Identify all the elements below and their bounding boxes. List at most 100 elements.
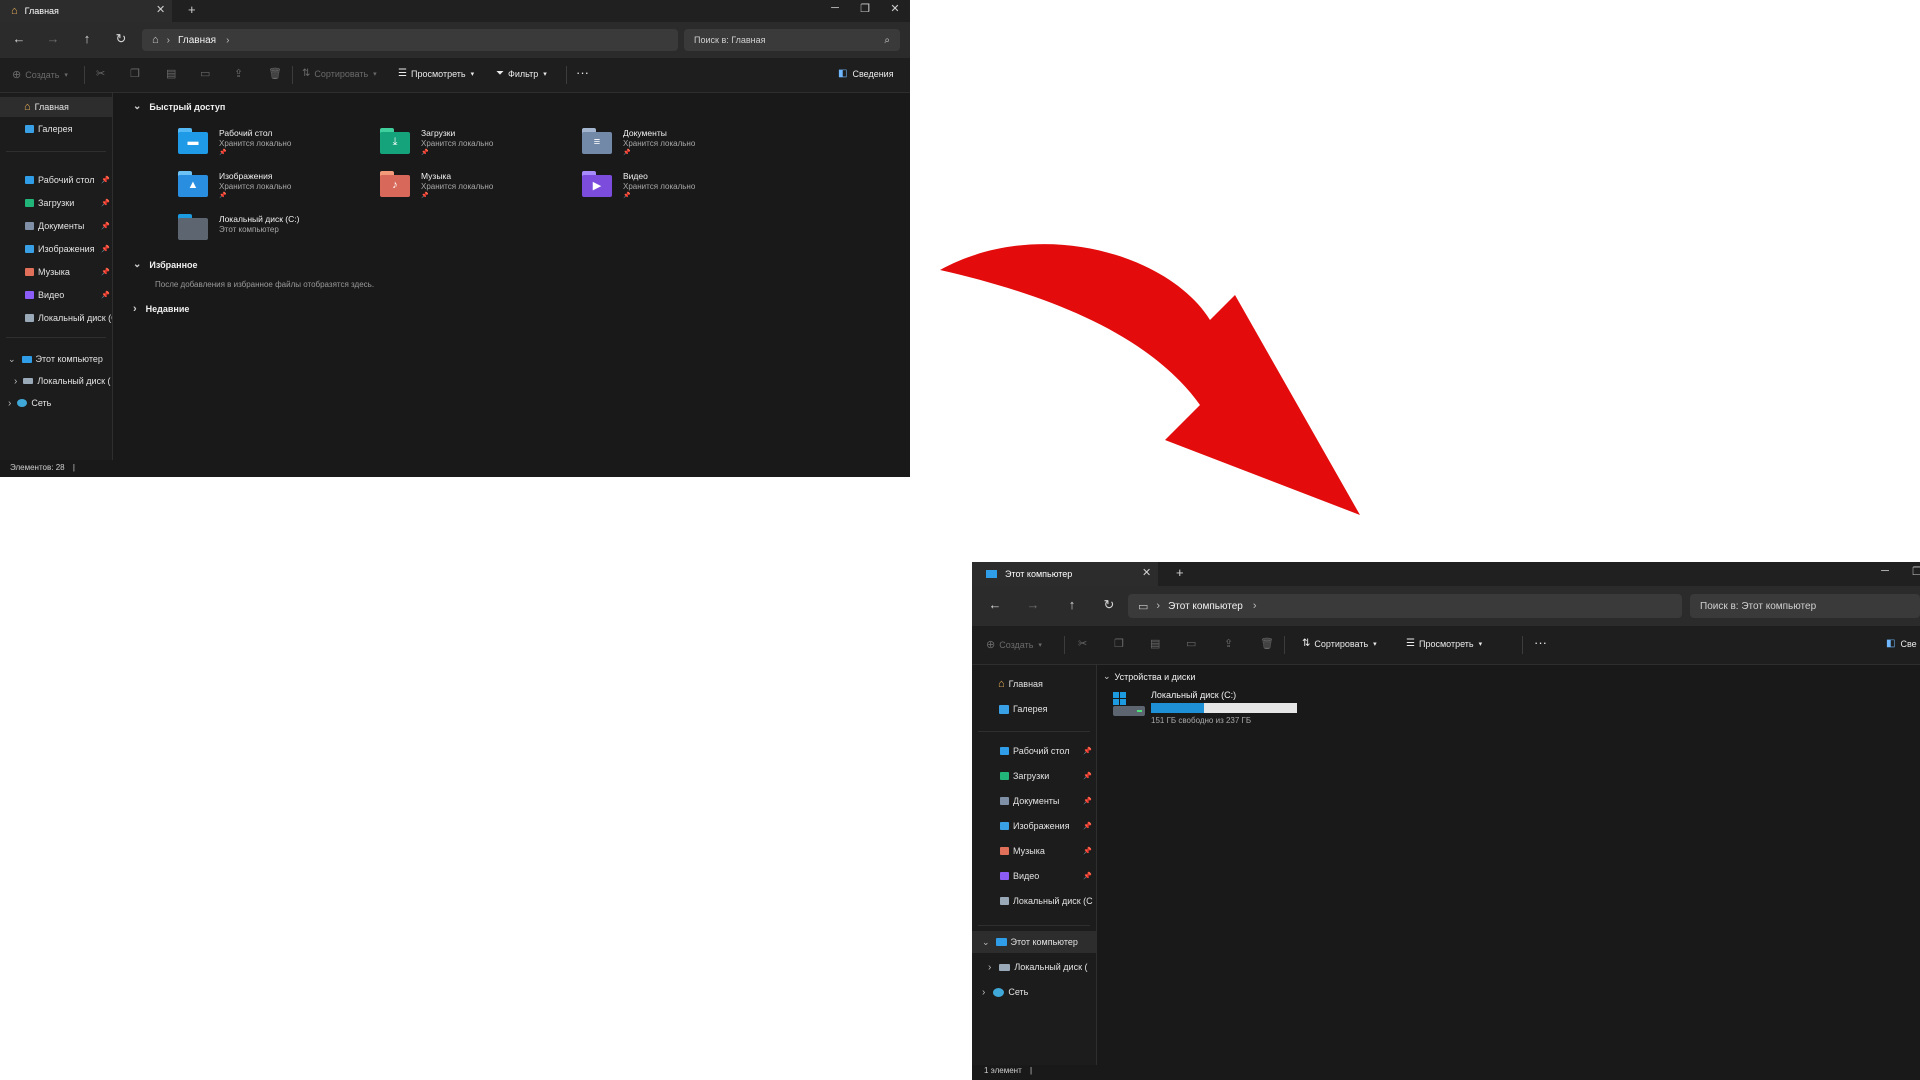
sidebar-item-pinned[interactable]: Рабочий стол 📌: [972, 739, 1096, 762]
pin-icon[interactable]: 📌: [101, 176, 110, 184]
search-box[interactable]: Поиск в: Главная ⌕: [684, 29, 900, 51]
cut-icon[interactable]: ✂: [96, 67, 105, 80]
tab-close-icon[interactable]: ✕: [156, 3, 165, 16]
sidebar-item-gallery[interactable]: Галерея: [972, 698, 1096, 720]
sidebar-item-pinned[interactable]: Локальный диск (С: [972, 889, 1096, 912]
sidebar-item-pinned[interactable]: Видео 📌: [972, 864, 1096, 887]
close-button[interactable]: ✕: [880, 2, 910, 15]
pin-icon[interactable]: 📌: [101, 222, 110, 230]
search-input[interactable]: Поиск в: Главная: [694, 35, 884, 45]
sidebar-item-this-pc[interactable]: ⌄ Этот компьютер: [0, 349, 112, 369]
create-button[interactable]: ⊕ Создать ▾: [12, 68, 68, 81]
filter-button[interactable]: ⏷ Фильтр ▾: [496, 68, 547, 79]
minimize-button[interactable]: ─: [820, 2, 850, 15]
restore-button[interactable]: ❐: [850, 2, 880, 15]
rename-icon[interactable]: ▭: [1186, 637, 1196, 650]
share-icon[interactable]: ⇪: [1224, 637, 1233, 650]
sidebar-item-pinned[interactable]: Документы 📌: [0, 215, 112, 236]
up-arrow-icon[interactable]: ↑: [1063, 597, 1081, 612]
copy-icon[interactable]: ❐: [1114, 637, 1124, 650]
devices-header[interactable]: ⌄ Устройства и диски: [1103, 671, 1195, 682]
sidebar-item-home[interactable]: ⌂ Главная: [0, 97, 112, 117]
new-tab-button[interactable]: +: [1176, 565, 1184, 580]
network-icon: [993, 987, 1005, 997]
quick-access-item[interactable]: Локальный диск (C:) Этот компьютер: [178, 214, 299, 240]
quick-access-header[interactable]: ⌄ Быстрый доступ: [133, 101, 225, 112]
sidebar-item-pinned[interactable]: Документы 📌: [972, 789, 1096, 812]
back-arrow-icon[interactable]: ←: [986, 597, 1004, 612]
new-tab-button[interactable]: +: [188, 2, 196, 17]
sidebar-item-network[interactable]: › Сеть: [0, 393, 112, 413]
sidebar-item-this-pc[interactable]: ⌄ Этот компьютер: [972, 931, 1096, 953]
quick-access-item[interactable]: ⤓ Загрузки Хранится локально 📌: [380, 128, 493, 156]
sidebar-item-pinned[interactable]: Музыка 📌: [0, 261, 112, 282]
tab-close-icon[interactable]: ✕: [1142, 566, 1151, 579]
sidebar-item-pinned[interactable]: Музыка 📌: [972, 839, 1096, 862]
sidebar-item-pinned[interactable]: Видео 📌: [0, 284, 112, 305]
pin-icon[interactable]: 📌: [1083, 772, 1092, 780]
details-button[interactable]: ◧ Све: [1886, 638, 1917, 649]
create-button[interactable]: ⊕ Создать ▾: [986, 638, 1042, 651]
favorites-header[interactable]: ⌄ Избранное: [133, 259, 198, 270]
quick-access-item[interactable]: ▶ Видео Хранится локально 📌: [582, 171, 695, 199]
sidebar-item-pinned[interactable]: Загрузки 📌: [0, 192, 112, 213]
pin-icon[interactable]: 📌: [101, 245, 110, 253]
details-button[interactable]: ◧ Сведения: [838, 68, 894, 79]
refresh-icon[interactable]: ↻: [112, 31, 130, 47]
up-arrow-icon[interactable]: ↑: [78, 31, 96, 46]
back-arrow-icon[interactable]: ←: [10, 31, 28, 46]
copy-icon[interactable]: ❐: [130, 67, 140, 80]
more-options-icon[interactable]: ···: [1534, 635, 1547, 650]
sidebar-item-pinned[interactable]: Изображения 📌: [972, 814, 1096, 837]
sidebar-item-pinned[interactable]: Загрузки 📌: [972, 764, 1096, 787]
forward-arrow-icon[interactable]: →: [1024, 597, 1042, 612]
breadcrumb-current[interactable]: Этот компьютер: [1168, 601, 1243, 612]
sidebar-item-local-disk[interactable]: › Локальный диск (: [0, 371, 112, 391]
paste-icon[interactable]: ▤: [166, 67, 176, 80]
minimize-button[interactable]: ─: [1868, 565, 1902, 578]
drive-tile[interactable]: Локальный диск (C:) 151 ГБ свободно из 2…: [1111, 690, 1297, 725]
pin-icon[interactable]: 📌: [101, 199, 110, 207]
pin-icon[interactable]: 📌: [101, 291, 110, 299]
delete-icon[interactable]: 🗑: [1260, 637, 1274, 650]
sidebar-item-pinned[interactable]: Изображения 📌: [0, 238, 112, 259]
sidebar-item-home[interactable]: ⌂ Главная: [972, 673, 1096, 695]
quick-access-item[interactable]: ≡ Документы Хранится локально 📌: [582, 128, 695, 156]
delete-icon[interactable]: 🗑: [268, 67, 282, 80]
rename-icon[interactable]: ▭: [200, 67, 210, 80]
address-bar[interactable]: ⌂ › Главная ›: [142, 29, 678, 51]
pin-icon[interactable]: 📌: [101, 268, 110, 276]
cut-icon[interactable]: ✂: [1078, 637, 1087, 650]
sidebar-item-local-disk[interactable]: › Локальный диск (: [972, 956, 1096, 978]
view-button[interactable]: ☰ Просмотреть ▾: [398, 68, 474, 79]
pin-icon[interactable]: 📌: [1083, 747, 1092, 755]
restore-button[interactable]: ❐: [1902, 565, 1920, 578]
quick-access-item[interactable]: ▲ Изображения Хранится локально 📌: [178, 171, 291, 199]
forward-arrow-icon[interactable]: →: [44, 31, 62, 46]
sidebar-item-pinned[interactable]: Рабочий стол 📌: [0, 169, 112, 190]
breadcrumb-current[interactable]: Главная: [178, 35, 216, 46]
sidebar-item-pinned[interactable]: Локальный диск (С: [0, 307, 112, 328]
refresh-icon[interactable]: ↻: [1100, 597, 1118, 613]
pin-icon[interactable]: 📌: [1083, 847, 1092, 855]
quick-access-item[interactable]: ▬ Рабочий стол Хранится локально 📌: [178, 128, 291, 156]
view-button[interactable]: ☰ Просмотреть ▾: [1406, 638, 1482, 649]
sidebar-item-label: Рабочий стол: [38, 174, 95, 185]
search-box[interactable]: Поиск в: Этот компьютер: [1690, 594, 1920, 618]
search-input[interactable]: Поиск в: Этот компьютер: [1700, 601, 1816, 612]
more-options-icon[interactable]: ···: [576, 65, 589, 80]
share-icon[interactable]: ⇪: [234, 67, 243, 80]
pin-icon[interactable]: 📌: [1083, 822, 1092, 830]
sort-button[interactable]: ⇅ Сортировать ▾: [302, 68, 377, 79]
tab-this-pc[interactable]: Этот компьютер ✕: [972, 562, 1158, 586]
recent-header[interactable]: › Недавние: [133, 303, 189, 315]
sidebar-item-network[interactable]: › Сеть: [972, 981, 1096, 1003]
address-bar[interactable]: ▭ › Этот компьютер ›: [1128, 594, 1682, 618]
pin-icon[interactable]: 📌: [1083, 872, 1092, 880]
sort-button[interactable]: ⇅ Сортировать ▾: [1302, 638, 1377, 649]
tab-home[interactable]: ⌂ Главная ✕: [0, 0, 172, 22]
pin-icon[interactable]: 📌: [1083, 797, 1092, 805]
sidebar-item-gallery[interactable]: Галерея: [0, 119, 112, 139]
quick-access-item[interactable]: ♪ Музыка Хранится локально 📌: [380, 171, 493, 199]
paste-icon[interactable]: ▤: [1150, 637, 1160, 650]
